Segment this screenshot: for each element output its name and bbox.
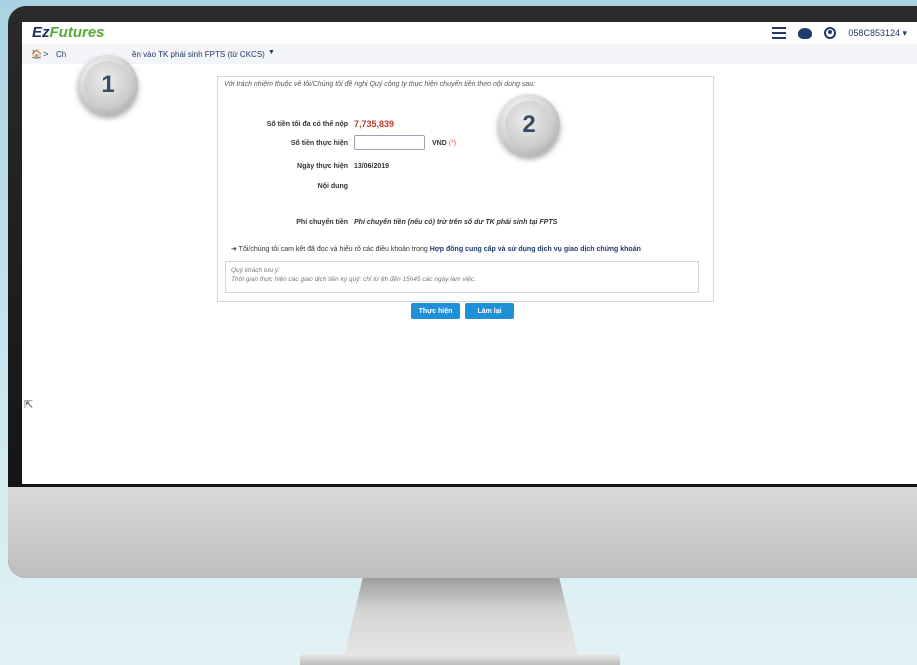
transfer-form: Với trách nhiệm thuộc về tôi/Chúng tôi đ… (217, 76, 714, 302)
date-value: 13/06/2019 (354, 163, 390, 170)
step-badge-1-number: 1 (84, 61, 132, 109)
home-icon[interactable]: 🏠 (31, 49, 42, 60)
chevron-down-icon[interactable]: ▼ (268, 49, 275, 56)
submit-button[interactable]: Thực hiện (411, 303, 460, 319)
monitor-chin (8, 487, 917, 578)
logo-futures: Futures (49, 24, 105, 41)
monitor-stand (344, 578, 578, 656)
currency-code: VND (432, 140, 447, 147)
reset-button[interactable]: Làm lại (465, 303, 514, 319)
commitment-prefix: ➜ Tôi/chúng tôi cam kết đã đọc và hiểu r… (231, 246, 430, 253)
step-badge-2: 2 (498, 94, 560, 156)
required-mark: (*) (448, 140, 457, 147)
menu-icon[interactable] (772, 27, 787, 39)
monitor-base (300, 654, 620, 665)
amount-input[interactable] (354, 135, 425, 150)
max-amount-value: 7,735,839 (354, 119, 395, 129)
commitment-text: ➜ Tôi/chúng tôi cam kết đã đọc và hiểu r… (231, 245, 641, 253)
breadcrumb: 🏠 > Ch ền vào TK phái sinh FPTS (từ CKCS… (22, 44, 917, 64)
step-badge-2-number: 2 (505, 101, 553, 149)
notice-body: Thời gian thực hiện các giao dịch tiền k… (231, 276, 476, 283)
fee-label: Phí chuyển tiền (296, 219, 348, 226)
user-icon[interactable] (824, 27, 837, 39)
breadcrumb-separator: > (43, 49, 49, 59)
notice-box: Quý khách lưu ý: Thời gian thực hiện các… (225, 261, 699, 293)
mouse-cursor-icon: ⇱ (24, 399, 34, 411)
top-actions: 058C853124 ▾ (772, 25, 907, 41)
app-logo[interactable]: EzFutures (32, 24, 105, 41)
fee-value: Phí chuyển tiền (nếu có) trừ trên số dư … (354, 219, 558, 226)
date-label: Ngày thực hiện (297, 163, 348, 170)
logo-ez: Ez (32, 24, 50, 41)
content-label: Nội dung (317, 183, 348, 190)
form-intro: Với trách nhiệm thuộc về tôi/Chúng tôi đ… (224, 81, 536, 88)
account-dropdown[interactable]: 058C853124 ▾ (848, 28, 907, 39)
max-amount-label: Số tiền tối đa có thể nộp (266, 121, 348, 128)
currency-unit: VND (*) (432, 140, 456, 147)
app-screen: EzFutures 058C853124 ▾ 🏠 > Ch ền vào TK … (22, 22, 917, 484)
amount-label: Số tiền thực hiện (290, 140, 348, 147)
contract-link[interactable]: Hợp đồng cung cấp và sử dụng dịch vụ gia… (430, 246, 641, 253)
chat-icon[interactable] (798, 27, 813, 39)
step-badge-1: 1 (78, 55, 138, 115)
breadcrumb-current[interactable]: ền vào TK phái sinh FPTS (từ CKCS) (132, 50, 265, 59)
breadcrumb-prefix[interactable]: Ch (56, 50, 66, 59)
notice-title: Quý khách lưu ý: (231, 267, 280, 274)
top-bar: EzFutures 058C853124 ▾ (22, 22, 917, 45)
